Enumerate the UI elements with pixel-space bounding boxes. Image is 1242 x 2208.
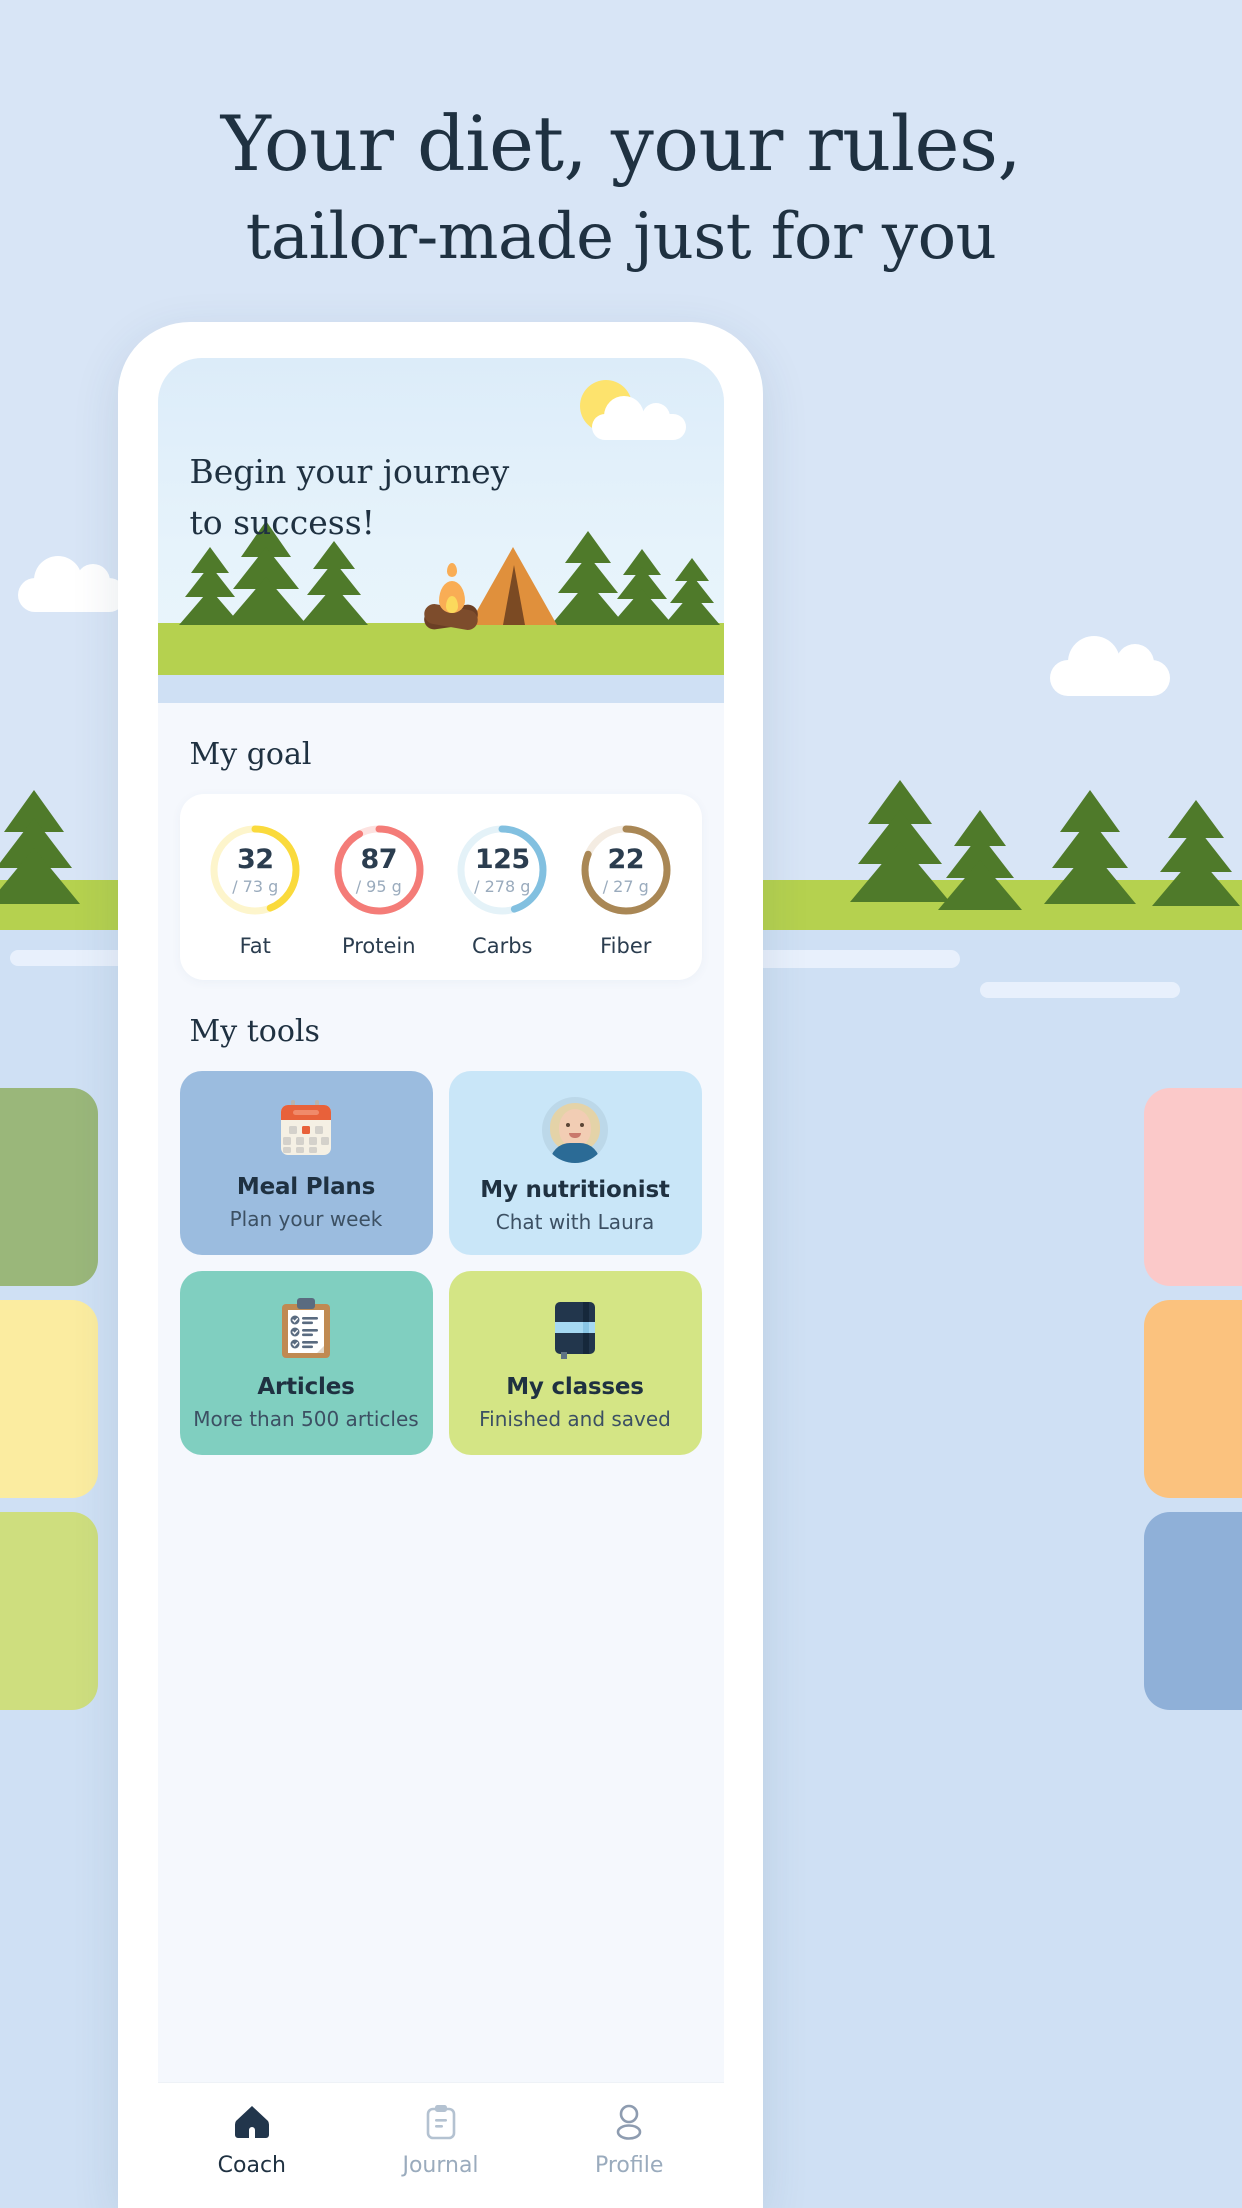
tool-card-meal-plans[interactable]: Meal Plans Plan your week	[179, 1071, 433, 1255]
tool-title: My nutritionist	[480, 1177, 670, 1203]
decor-tile	[1144, 1300, 1242, 1498]
decor-tile	[0, 1512, 98, 1710]
macro-label: Protein	[341, 934, 416, 958]
goal-section-title: My goal	[189, 737, 312, 772]
nav-label: Coach	[217, 2153, 286, 2178]
macro-ring: 32 / 73 g	[207, 822, 303, 918]
phone-mockup: Begin your journey to success! My goal 3…	[118, 322, 763, 2208]
macro-value: 32	[236, 843, 274, 875]
nav-label: Journal	[402, 2153, 479, 2178]
hero-water	[157, 675, 724, 703]
nutritionist-avatar	[542, 1097, 608, 1163]
macro-protein[interactable]: 87 / 95 g Protein	[317, 822, 441, 958]
tool-card-my-nutritionist[interactable]: My nutritionist Chat with Laura	[448, 1071, 702, 1255]
hero-title-line-1: Begin your journey	[189, 452, 510, 491]
hero-grass	[157, 623, 724, 675]
tools-grid: Meal Plans Plan your week My nutritionis…	[179, 1071, 702, 1455]
macro-target: / 73 g	[232, 876, 279, 896]
home-icon	[234, 2103, 270, 2141]
hero-title-line-2: to success!	[189, 503, 375, 542]
clipboard-checklist-icon	[279, 1297, 333, 1360]
hero-illustration: Begin your journey to success!	[157, 358, 724, 703]
tools-section-title: My tools	[189, 1014, 320, 1049]
macro-carbs[interactable]: 125 / 278 g Carbs	[441, 822, 565, 958]
macro-value: 22	[607, 843, 645, 875]
tool-subtitle: Plan your week	[229, 1207, 383, 1231]
decor-tile	[1144, 1088, 1242, 1286]
decor-tile	[0, 1088, 98, 1286]
macro-ring: 22 / 27 g	[578, 822, 674, 918]
notebook-icon	[550, 1297, 600, 1360]
calendar-icon	[277, 1097, 335, 1160]
headline-line-2: tailor-made just for you	[245, 200, 997, 274]
cloud-icon	[1050, 636, 1170, 696]
flame-icon	[438, 581, 465, 613]
tool-title: My classes	[506, 1374, 644, 1400]
tool-title: Articles	[257, 1374, 355, 1400]
nav-label: Profile	[594, 2153, 664, 2178]
goal-card: 32 / 73 g Fat 87 / 95 g Protein 125 / 27…	[179, 794, 702, 980]
macro-target: / 95 g	[355, 876, 402, 896]
tool-subtitle: Finished and saved	[479, 1407, 671, 1431]
bottom-navigation: Coach Journal Profile	[157, 2082, 724, 2208]
decor-tile	[0, 1300, 98, 1498]
hero-title: Begin your journey to success!	[190, 446, 510, 548]
tool-subtitle: More than 500 articles	[193, 1407, 419, 1431]
tool-card-articles[interactable]: Articles More than 500 articles	[179, 1271, 433, 1455]
spark-icon	[446, 563, 457, 577]
macro-target: / 278 g	[474, 876, 531, 896]
app-screen: Begin your journey to success! My goal 3…	[157, 358, 724, 2208]
tool-subtitle: Chat with Laura	[495, 1210, 655, 1234]
nav-item-journal[interactable]: Journal	[346, 2103, 535, 2178]
cloud-icon	[591, 396, 686, 440]
tool-card-my-classes[interactable]: My classes Finished and saved	[448, 1271, 702, 1455]
macro-value: 87	[360, 843, 398, 875]
nav-item-coach[interactable]: Coach	[158, 2103, 347, 2178]
macro-label: Carbs	[472, 934, 533, 958]
tool-title: Meal Plans	[236, 1174, 376, 1200]
water-ripple	[980, 982, 1180, 998]
nav-item-profile[interactable]: Profile	[535, 2103, 724, 2178]
decor-tile	[1144, 1512, 1242, 1710]
macro-fat[interactable]: 32 / 73 g Fat	[194, 822, 318, 958]
macro-ring: 87 / 95 g	[331, 822, 427, 918]
cloud-icon	[18, 556, 126, 612]
macro-target: / 27 g	[602, 876, 649, 896]
macro-value: 125	[474, 843, 530, 875]
macro-label: Fat	[239, 934, 271, 958]
person-icon	[612, 2103, 646, 2141]
macro-fiber[interactable]: 22 / 27 g Fiber	[564, 822, 688, 958]
tent-door-icon	[502, 565, 525, 625]
macro-label: Fiber	[600, 934, 652, 958]
clipboard-icon	[426, 2103, 456, 2141]
promo-headline: Your diet, your rules, tailor-made just …	[0, 96, 1242, 282]
screen-content: My goal 32 / 73 g Fat 87 / 95 g Protein …	[157, 737, 724, 1455]
avatar	[542, 1097, 608, 1163]
macro-ring: 125 / 278 g	[454, 822, 550, 918]
headline-line-1: Your diet, your rules,	[220, 99, 1022, 188]
water-ripple	[740, 950, 960, 968]
